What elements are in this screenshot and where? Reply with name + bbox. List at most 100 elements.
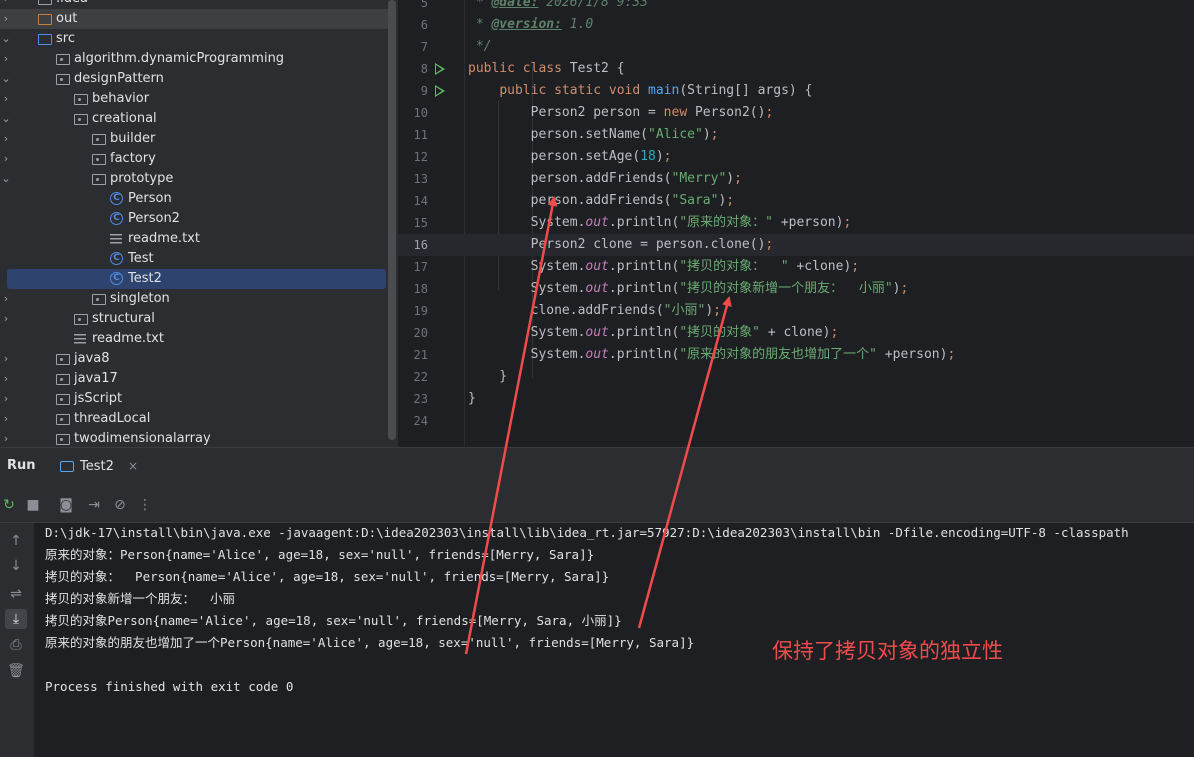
chevron-right-icon[interactable]: ›: [0, 309, 12, 329]
code-line[interactable]: Person2 person = new Person2();: [468, 102, 774, 124]
code-token: ): [705, 303, 714, 318]
code-line[interactable]: person.setAge(18);: [468, 146, 672, 168]
code-line[interactable]: public class Test2 {: [468, 58, 625, 80]
code-token: .println(: [608, 325, 680, 340]
code-token: "Merry": [671, 171, 727, 186]
code-token: }: [468, 391, 476, 406]
tree-item[interactable]: › java8: [0, 349, 388, 369]
line-number: 7: [420, 40, 428, 54]
project-tree[interactable]: › .idea › out ⌄ src › algorithm.dynamicProgramm…: [0, 0, 398, 447]
close-tab-icon[interactable]: ×: [128, 459, 138, 473]
code-line[interactable]: }: [468, 388, 476, 410]
tree-item[interactable]: › singleton: [0, 289, 388, 309]
code-line[interactable]: person.addFriends("Merry");: [468, 168, 742, 190]
tree-item[interactable]: ⌄ creational: [0, 109, 388, 129]
chevron-down-icon[interactable]: ⌄: [0, 69, 12, 89]
chevron-right-icon[interactable]: ›: [0, 0, 12, 9]
more-options-icon[interactable]: ⋮: [136, 496, 154, 514]
code-token: System.: [468, 215, 586, 230]
tree-item[interactable]: › builder: [0, 129, 388, 149]
tree-scrollbar[interactable]: [388, 0, 396, 440]
line-number: 22: [413, 370, 428, 384]
tab-test2[interactable]: Test2 ×: [52, 448, 144, 490]
chevron-down-icon[interactable]: ⌄: [0, 109, 12, 129]
code-line[interactable]: * @version: 1.0: [468, 14, 593, 36]
run-gutter-icon[interactable]: [435, 85, 445, 97]
code-line[interactable]: */: [468, 36, 492, 58]
run-panel-title: Run: [7, 458, 36, 473]
tree-item[interactable]: C Person2: [0, 209, 388, 229]
chevron-right-icon[interactable]: ›: [0, 89, 12, 109]
tree-item[interactable]: C Test: [0, 249, 388, 269]
chevron-down-icon[interactable]: ⌄: [0, 169, 12, 189]
tree-item[interactable]: ⌄ src: [0, 29, 388, 49]
chevron-right-icon[interactable]: ›: [0, 129, 12, 149]
stop-icon[interactable]: ■: [24, 496, 42, 514]
tree-item[interactable]: › .idea: [0, 0, 388, 9]
package-icon: [92, 294, 106, 305]
tree-item[interactable]: › threadLocal: [0, 409, 388, 429]
chevron-right-icon[interactable]: ›: [0, 349, 12, 369]
code-line[interactable]: clone.addFriends("小丽");: [468, 300, 721, 322]
code-line[interactable]: System.out.println("拷贝的对象" + clone);: [468, 322, 839, 344]
rerun-icon[interactable]: ↻: [0, 496, 18, 514]
coverage-icon[interactable]: ⊘: [111, 496, 129, 514]
code-token: "Alice": [648, 127, 703, 142]
code-token: main: [648, 83, 680, 98]
tree-item[interactable]: › java17: [0, 369, 388, 389]
tree-item[interactable]: ⌄ designPattern: [0, 69, 388, 89]
code-line[interactable]: System.out.println("拷贝的对象： " +clone);: [468, 256, 860, 278]
chevron-right-icon[interactable]: ›: [0, 49, 12, 69]
run-toolbar: ↻ ■ ◙ ⇥ ⊘ ⋮: [0, 488, 1194, 523]
tree-item[interactable]: C Test2: [7, 269, 386, 289]
code-token: Person2(): [694, 105, 766, 120]
chevron-right-icon[interactable]: ›: [0, 149, 12, 169]
tree-item[interactable]: readme.txt: [0, 229, 388, 249]
restore-layout-icon[interactable]: ⇥: [85, 496, 103, 514]
tree-item-label: structural: [92, 311, 155, 326]
chevron-right-icon[interactable]: ›: [0, 9, 12, 29]
chevron-right-icon[interactable]: ›: [0, 289, 12, 309]
code-line[interactable]: person.addFriends("Sara");: [468, 190, 735, 212]
tree-item-label: jsScript: [74, 391, 123, 406]
console-line: 拷贝的对象Person{name='Alice', age=18, sex='n…: [45, 613, 622, 628]
chevron-down-icon[interactable]: ⌄: [0, 29, 12, 49]
tree-item[interactable]: › algorithm.dynamicProgramming: [0, 49, 388, 69]
chevron-right-icon[interactable]: ›: [0, 389, 12, 409]
run-gutter-icon[interactable]: [435, 63, 445, 75]
tree-item[interactable]: › structural: [0, 309, 388, 329]
code-editor[interactable]: 5 * @date: 2026/1/8 9:33 6 * @version: 1.…: [398, 0, 1194, 447]
code-line[interactable]: Person2 clone = person.clone();: [468, 234, 774, 256]
tree-item-label: readme.txt: [128, 231, 200, 246]
tree-item[interactable]: › twodimensionalarray: [0, 429, 388, 447]
tree-item[interactable]: ⌄ prototype: [0, 169, 388, 189]
camera-icon[interactable]: ◙: [57, 496, 75, 514]
chevron-right-icon[interactable]: ›: [0, 369, 12, 389]
console-output[interactable]: D:\jdk-17\install\bin\java.exe -javaagen…: [0, 523, 1194, 757]
code-line[interactable]: System.out.println("原来的对象的朋友也增加了一个" +per…: [468, 344, 956, 366]
tree-item[interactable]: readme.txt: [0, 329, 388, 349]
tree-item[interactable]: › jsScript: [0, 389, 388, 409]
chevron-right-icon[interactable]: ›: [0, 409, 12, 429]
tree-item[interactable]: › factory: [0, 149, 388, 169]
code-line[interactable]: System.out.println("拷贝的对象新增一个朋友： 小丽");: [468, 278, 909, 300]
tree-item[interactable]: C Person: [0, 189, 388, 209]
code-token: ;: [947, 347, 956, 362]
code-token: new: [663, 105, 695, 120]
code-line[interactable]: * @date: 2026/1/8 9:33: [468, 0, 648, 14]
code-line[interactable]: person.setName("Alice");: [468, 124, 719, 146]
text-file-icon: [110, 234, 122, 244]
line-number: 23: [413, 392, 428, 406]
line-number: 9: [420, 84, 428, 98]
tree-item-label: Test2: [128, 271, 162, 286]
tree-item[interactable]: › out: [0, 9, 388, 29]
gutter-separator: [464, 0, 465, 447]
code-line[interactable]: }: [468, 366, 507, 388]
code-line[interactable]: public static void main(String[] args) {: [468, 80, 812, 102]
package-icon: [56, 54, 70, 65]
code-token: person.addFriends(: [468, 171, 672, 186]
line-number: 17: [413, 260, 428, 274]
code-line[interactable]: System.out.println("原来的对象：" +person);: [468, 212, 852, 234]
tree-item[interactable]: › behavior: [0, 89, 388, 109]
chevron-right-icon[interactable]: ›: [0, 429, 12, 447]
